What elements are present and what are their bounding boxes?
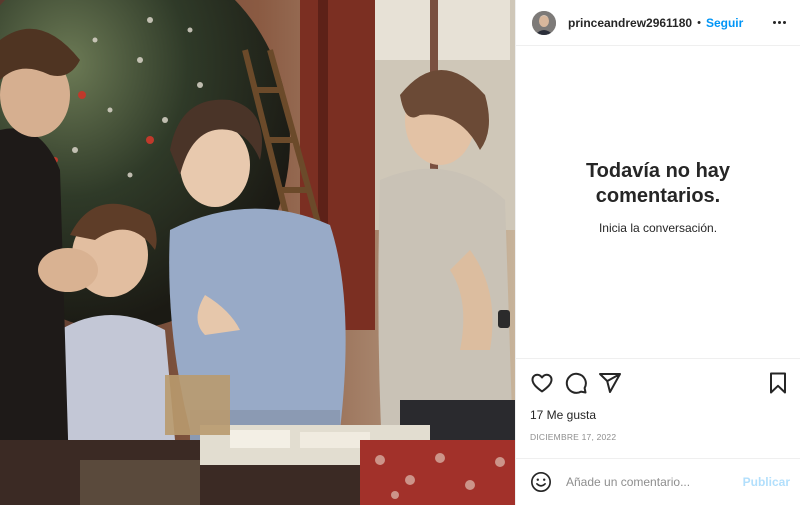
comment-icon[interactable] (564, 371, 588, 395)
avatar[interactable] (532, 10, 556, 35)
share-icon[interactable] (598, 371, 622, 395)
empty-comments-subtitle: Inicia la conversación. (598, 221, 718, 235)
comments-area: Todavía no hay comentarios. Inicia la co… (516, 46, 800, 358)
post-dialog: princeandrew2961180 • Seguir Todavía no … (0, 0, 800, 505)
post-photo[interactable] (0, 0, 515, 505)
likes-count[interactable]: 17 Me gusta (516, 408, 800, 422)
publish-button[interactable]: Publicar (743, 475, 790, 489)
comment-input[interactable] (564, 474, 743, 490)
add-comment-bar: Publicar (516, 458, 800, 505)
avatar-image (532, 10, 556, 35)
more-horizontal-icon[interactable] (773, 21, 786, 24)
bookmark-icon[interactable] (766, 371, 790, 395)
separator-dot: • (697, 16, 701, 29)
heart-icon[interactable] (530, 371, 554, 395)
emoji-icon[interactable] (530, 471, 552, 493)
post-date[interactable]: DICIEMBRE 17, 2022 (516, 432, 800, 442)
post-side-panel: princeandrew2961180 • Seguir Todavía no … (515, 0, 800, 505)
action-bar (516, 358, 800, 406)
post-header: princeandrew2961180 • Seguir (516, 0, 800, 46)
empty-comments-title: Todavía no hay comentarios. (585, 160, 731, 207)
username-link[interactable]: princeandrew2961180 (568, 16, 692, 30)
follow-button[interactable]: Seguir (706, 16, 743, 30)
family-christmas-photo (0, 0, 515, 505)
